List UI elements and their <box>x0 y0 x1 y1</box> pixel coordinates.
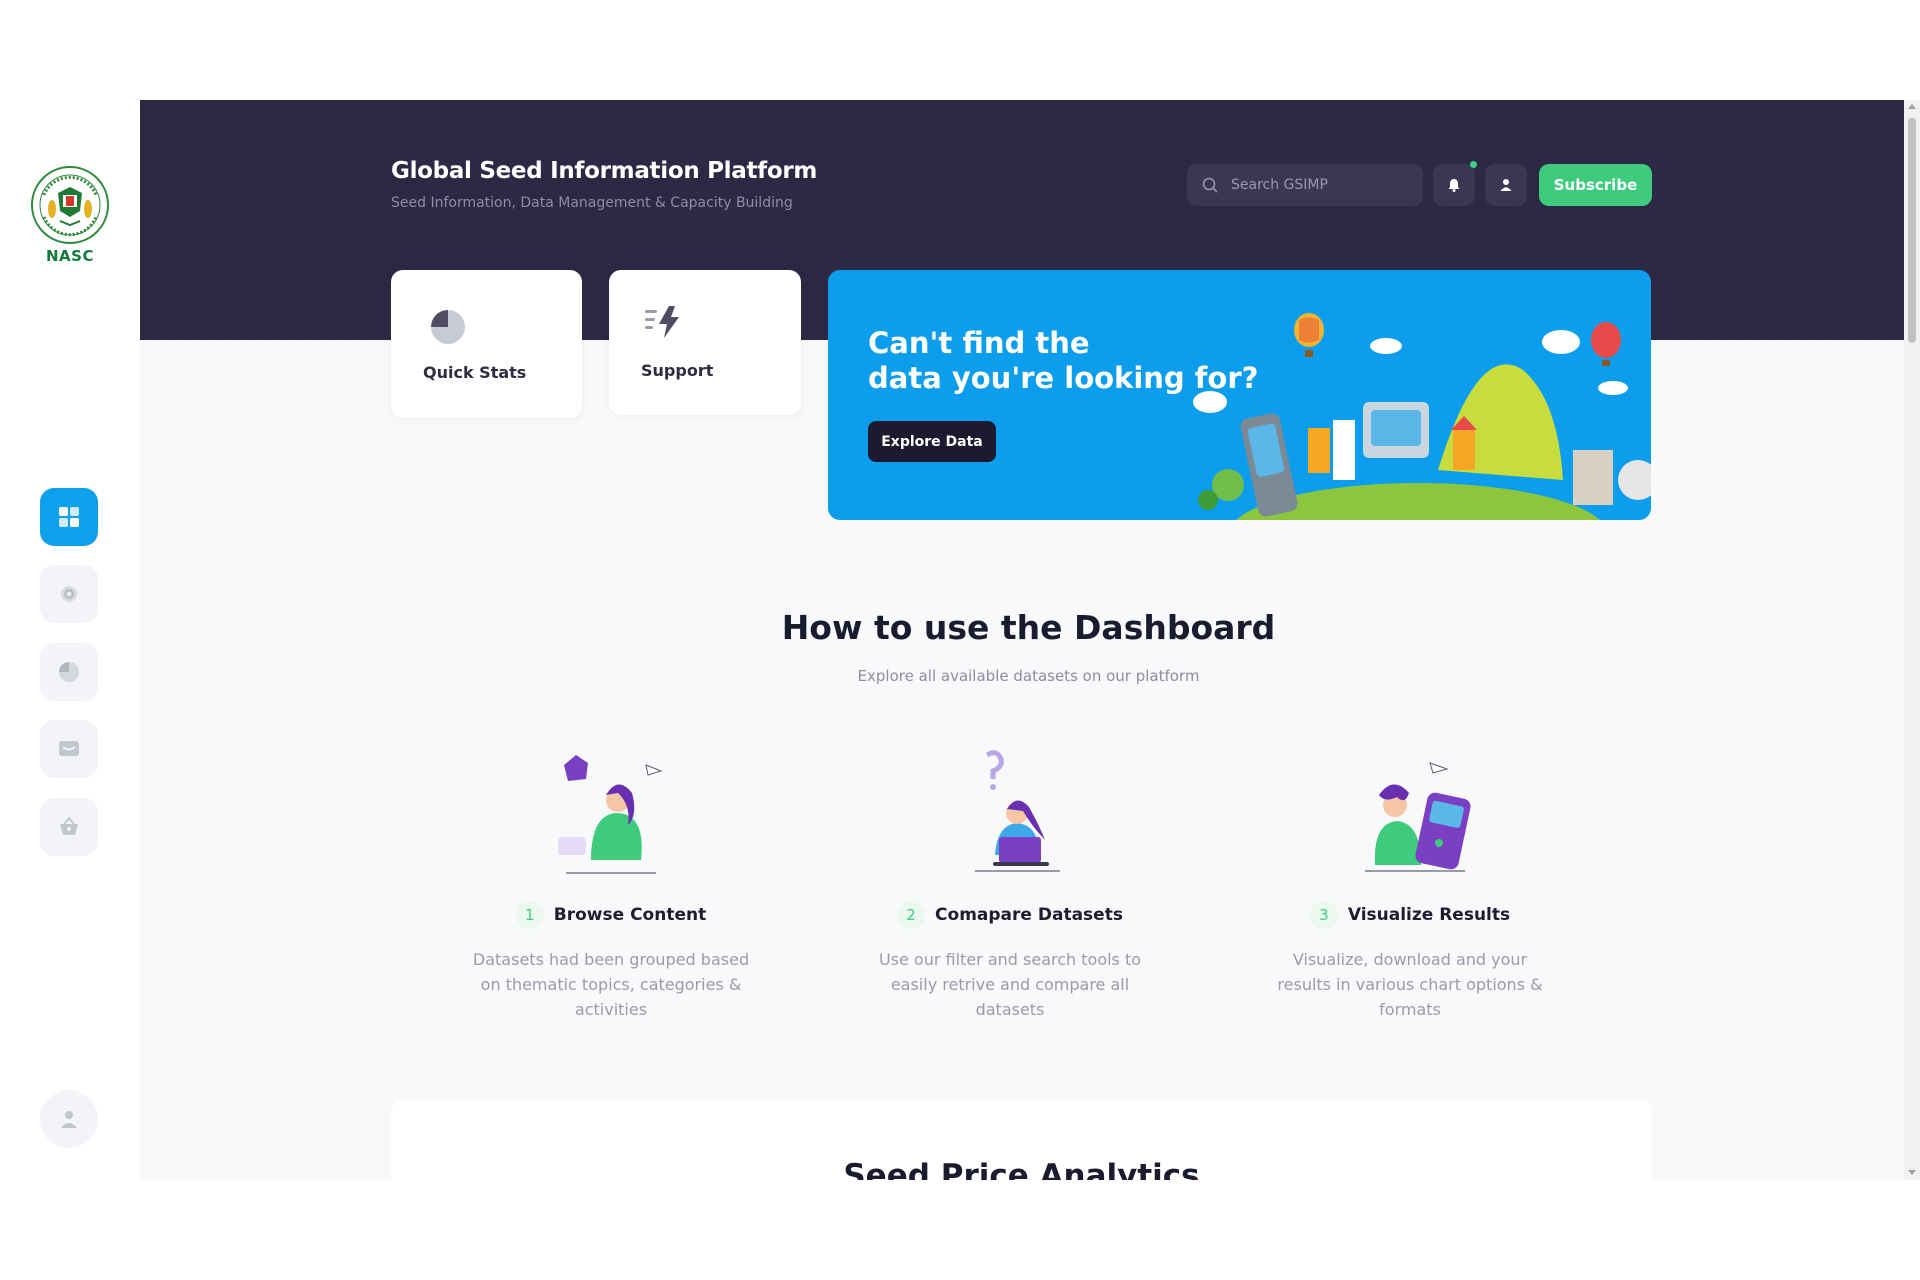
account-button[interactable] <box>1485 164 1527 206</box>
card-label: Quick Stats <box>423 363 527 382</box>
step-header: 3 Visualize Results <box>1260 901 1560 929</box>
user-icon <box>1500 179 1512 191</box>
page-scrollbar[interactable] <box>1904 100 1920 1180</box>
scroll-down-arrow[interactable] <box>1908 1170 1916 1175</box>
profile-button[interactable] <box>40 1090 98 1148</box>
visualize-illustration <box>1365 762 1471 872</box>
search-input[interactable] <box>1229 176 1413 194</box>
analytics-title: Seed Price Analytics <box>843 1158 1200 1180</box>
sidebar-item-messages[interactable] <box>40 720 98 778</box>
nasc-logo[interactable]: NASC <box>28 165 112 265</box>
support-card[interactable]: Support <box>609 270 801 415</box>
step-title: Comapare Datasets <box>935 905 1123 925</box>
user-icon <box>61 1111 77 1128</box>
search-icon <box>1202 177 1218 193</box>
explore-banner: Can't find the data you're looking for? … <box>828 270 1651 520</box>
step-number: 2 <box>897 901 926 929</box>
city-illustration <box>1193 313 1651 520</box>
subscribe-button[interactable]: Subscribe <box>1539 164 1652 206</box>
step-title: Visualize Results <box>1347 905 1511 925</box>
notification-dot <box>1470 161 1477 168</box>
compare-illustration <box>975 750 1060 872</box>
sidebar-item-settings[interactable] <box>40 565 98 623</box>
logo-text: NASC <box>46 247 94 265</box>
seal-icon <box>31 166 109 244</box>
step-visualize-results: 3 Visualize Results Visualize, download … <box>1260 745 1560 1022</box>
step-browse-content: 1 Browse Content Datasets had been group… <box>461 745 761 1022</box>
pie-chart-icon <box>431 310 465 344</box>
message-icon <box>59 741 79 756</box>
card-label: Support <box>641 361 714 380</box>
search-box[interactable] <box>1187 164 1423 206</box>
pie-chart-icon <box>59 662 79 682</box>
step-number: 1 <box>515 901 544 929</box>
notifications-button[interactable] <box>1433 161 1477 206</box>
step-description: Visualize, download and your results in … <box>1277 950 1543 1019</box>
page-title: Global Seed Information Platform <box>391 158 818 184</box>
sidebar-item-stats[interactable] <box>40 643 98 701</box>
step-description: Use our filter and search tools to easil… <box>878 950 1142 1019</box>
sidebar: NASC <box>0 0 140 1280</box>
step-header: 1 Browse Content <box>461 901 761 929</box>
how-to-subtitle: Explore all available datasets on our pl… <box>857 667 1200 685</box>
quick-stats-card[interactable]: Quick Stats <box>391 270 582 418</box>
page-subtitle: Seed Information, Data Management & Capa… <box>391 195 793 211</box>
main-content: Global Seed Information Platform Seed In… <box>140 100 1917 1180</box>
lightning-icon <box>645 306 679 338</box>
dashboard-icon <box>59 507 79 527</box>
seed-price-analytics-panel: Seed Price Analytics <box>391 1100 1652 1180</box>
basket-icon <box>60 816 78 835</box>
step-compare-datasets: 2 Comapare Datasets Use our filter and s… <box>860 745 1160 1022</box>
step-header: 2 Comapare Datasets <box>860 901 1160 929</box>
browse-illustration <box>558 755 663 874</box>
step-title: Browse Content <box>553 905 707 925</box>
step-description: Datasets had been grouped based on thema… <box>472 950 750 1019</box>
scroll-up-arrow[interactable] <box>1908 104 1916 109</box>
sidebar-item-basket[interactable] <box>40 798 98 856</box>
sidebar-item-dashboard[interactable] <box>40 488 98 546</box>
how-to-title: How to use the Dashboard <box>781 608 1276 647</box>
step-number: 3 <box>1309 901 1338 929</box>
scroll-thumb[interactable] <box>1908 118 1916 343</box>
bell-icon <box>1448 179 1460 192</box>
explore-data-button[interactable]: Explore Data <box>868 421 996 462</box>
gear-icon <box>61 586 77 602</box>
